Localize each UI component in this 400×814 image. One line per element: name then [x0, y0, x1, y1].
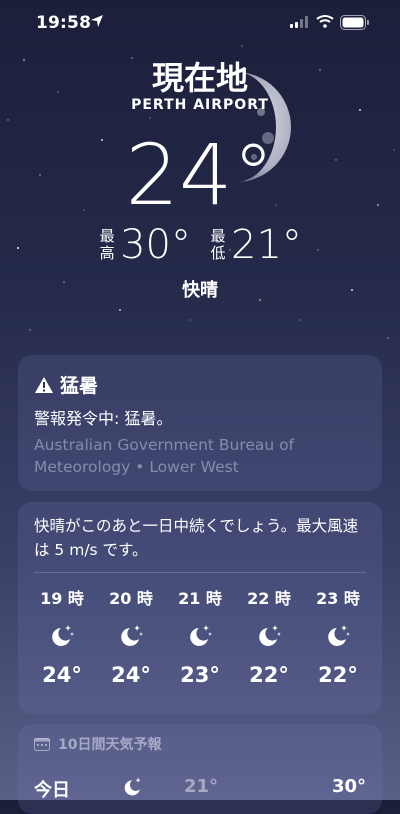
- hourly-summary: 快晴がこのあと一日中続くでしょう。最大風速は 5 m/s です。: [34, 517, 359, 559]
- hour-temp: 22°: [318, 663, 358, 687]
- battery-icon: [340, 15, 369, 30]
- hour-item: 20 時 24°: [99, 585, 163, 687]
- low-value: 21°: [231, 222, 302, 268]
- hour-temp: 23°: [180, 663, 220, 687]
- location-subtitle: PERTH AIRPORT: [131, 97, 269, 113]
- low-temperature: 最 低 21°: [209, 222, 302, 268]
- divider: [34, 572, 366, 573]
- ten-day-forecast-card[interactable]: 10日間天気予報 今日 21° 30°: [18, 724, 382, 814]
- severe-weather-alert-card[interactable]: 猛暑 警報発令中: 猛暑。 Australian Government Bure…: [18, 355, 382, 491]
- alert-header: 猛暑: [18, 355, 382, 398]
- cellular-signal-icon: [290, 16, 308, 28]
- alert-source: Australian Government Bureau of Meteorol…: [34, 436, 295, 476]
- hour-item: 23 時 22°: [306, 585, 370, 687]
- hour-item: 22 時 22°: [237, 585, 301, 687]
- wifi-icon: [316, 15, 334, 28]
- forecast-high: 30°: [331, 776, 366, 797]
- forecast-header: 10日間天気予報: [18, 724, 382, 754]
- hourly-list[interactable]: 19 時 24° 20 時 24° 21 時 23° 22 時 22° 23 時…: [18, 585, 382, 687]
- hour-time: 19 時: [40, 589, 84, 608]
- current-temperature: 24°: [125, 126, 275, 224]
- location-title: 現在地: [151, 59, 248, 97]
- calendar-icon: [34, 738, 50, 751]
- status-bar: 19:58: [0, 0, 400, 44]
- warning-triangle-icon: [35, 376, 53, 393]
- forecast-row-today[interactable]: 今日 21° 30°: [34, 776, 366, 806]
- hour-time: 23 時: [316, 589, 360, 608]
- hour-time: 22 時: [247, 589, 291, 608]
- alert-message: 警報発令中: 猛暑。: [34, 409, 173, 428]
- location-header: 現在地 PERTH AIRPORT: [0, 58, 400, 113]
- alert-title: 猛暑: [60, 375, 99, 397]
- hour-temp: 24°: [42, 663, 82, 687]
- moon-stars-icon: [259, 625, 281, 646]
- hour-time: 21 時: [178, 589, 222, 608]
- high-low-row: 最 高 30° 最 低 21°: [0, 222, 400, 268]
- high-value: 30°: [120, 222, 191, 268]
- hour-temp: 22°: [249, 663, 289, 687]
- hour-time: 20 時: [109, 589, 153, 608]
- moon-stars-icon: [121, 625, 143, 646]
- low-label: 最 低: [210, 227, 226, 262]
- hour-temp: 24°: [111, 663, 151, 687]
- forecast-title: 10日間天気予報: [58, 737, 162, 753]
- high-temperature: 最 高 30°: [98, 222, 191, 268]
- moon-stars-icon: [52, 625, 74, 646]
- forecast-low: 21°: [184, 776, 219, 797]
- forecast-day: 今日: [34, 780, 70, 801]
- moon-stars-icon: [328, 625, 350, 646]
- location-arrow-icon: [91, 15, 103, 27]
- high-label: 最 高: [99, 227, 115, 262]
- hourly-forecast-card[interactable]: 快晴がこのあと一日中続くでしょう。最大風速は 5 m/s です。 19 時 24…: [18, 502, 382, 714]
- moon-stars-icon: [124, 777, 141, 796]
- moon-stars-icon: [190, 625, 212, 646]
- hour-item: 21 時 23°: [168, 585, 232, 687]
- hour-item: 19 時 24°: [30, 585, 94, 687]
- weather-condition: 快晴: [182, 280, 218, 301]
- status-time: 19:58: [36, 13, 92, 33]
